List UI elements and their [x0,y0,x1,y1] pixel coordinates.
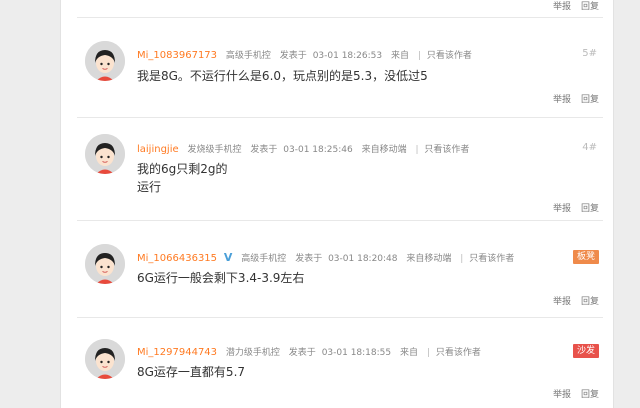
floor-number: 4# [582,142,597,153]
post-source: 来自 [391,51,410,61]
post-source: 来自移动端 [406,254,452,264]
avatar[interactable] [85,41,125,81]
avatar-icon [85,339,125,379]
post-content: 8G运存一直都有5.7 [137,363,245,381]
verified-icon: V [223,251,233,264]
comment-thread: 举报 回复 Mi_1083967173 高级手机控 发表于 03-01 18:26… [60,0,614,408]
separator: | [460,254,464,264]
avatar-icon [85,134,125,174]
post-content-line: 运行 [137,180,162,194]
post-actions: 举报 回复 [543,294,599,307]
report-link[interactable]: 举报 [553,390,571,400]
only-author-link[interactable]: 只看该作者 [427,51,472,61]
post-content-line: 8G运存一直都有5.7 [137,365,246,379]
post-time: 03-01 18:18:55 [321,348,392,358]
post-item: Mi_1083967173 高级手机控 发表于 03-01 18:26:53 来… [61,17,613,117]
post-actions: 举报 回复 [543,201,599,214]
reply-link[interactable]: 回复 [581,2,599,12]
avatar-icon [85,244,125,284]
report-link[interactable]: 举报 [553,297,571,307]
post-actions: 举报 回复 [543,387,599,400]
posted-label: 发表于 [288,348,316,358]
username-link[interactable]: Mi_1297944743 [137,347,217,358]
floor-number: 5# [582,48,597,59]
post-source: 来自移动端 [361,145,407,155]
posted-label: 发表于 [295,254,323,264]
separator: | [415,145,419,155]
user-level: 发烧级手机控 [187,145,242,155]
post-meta: Mi_1083967173 高级手机控 发表于 03-01 18:26:53 来… [137,48,478,62]
reply-link[interactable]: 回复 [581,95,599,105]
post-content: 我是8G。不运行什么是6.0，玩点别的是5.3，没低过5 [137,67,428,85]
separator: | [417,51,421,61]
floor-badge: 沙发 [572,344,599,358]
avatar[interactable] [85,339,125,379]
post-content-line: 我是8G。不运行什么是6.0，玩点别的是5.3，没低过5 [137,69,428,83]
posted-label: 发表于 [250,145,278,155]
only-author-link[interactable]: 只看该作者 [469,254,514,264]
floor-badge: 板凳 [572,250,599,264]
post-actions: 举报 回复 [543,92,599,105]
only-author-link[interactable]: 只看该作者 [436,348,481,358]
post-meta: laijingjie 发烧级手机控 发表于 03-01 18:25:46 来自移… [137,142,475,156]
reply-link[interactable]: 回复 [581,390,599,400]
post-content: 6G运行一般会剩下3.4-3.9左右 [137,269,304,287]
avatar[interactable] [85,134,125,174]
post-time: 03-01 18:26:53 [312,51,383,61]
posted-label: 发表于 [279,51,307,61]
post-meta: Mi_1297944743 潜力级手机控 发表于 03-01 18:18:55 … [137,345,487,359]
username-link[interactable]: Mi_1066436315 [137,253,217,264]
post-time: 03-01 18:25:46 [283,145,353,155]
user-level: 高级手机控 [241,254,287,264]
reply-link[interactable]: 回复 [581,204,599,214]
avatar[interactable] [85,244,125,284]
report-link[interactable]: 举报 [553,204,571,214]
post-content-line: 6G运行一般会剩下3.4-3.9左右 [137,271,305,285]
report-link[interactable]: 举报 [553,95,571,105]
avatar-icon [85,41,125,81]
username-link[interactable]: Mi_1083967173 [137,50,217,61]
post-time: 03-01 18:20:48 [328,254,398,264]
post-item: Mi_1066436315 V 高级手机控 发表于 03-01 18:20:48… [61,220,613,317]
post-meta: Mi_1066436315 V 高级手机控 发表于 03-01 18:20:48… [137,251,520,265]
post-item: Mi_1297944743 潜力级手机控 发表于 03-01 18:18:55 … [61,317,613,408]
user-level: 高级手机控 [225,51,271,61]
separator: | [426,348,430,358]
post-item: laijingjie 发烧级手机控 发表于 03-01 18:25:46 来自移… [61,117,613,220]
post-source: 来自 [400,348,419,358]
reply-link[interactable]: 回复 [581,297,599,307]
only-author-link[interactable]: 只看该作者 [424,145,469,155]
username-link[interactable]: laijingjie [137,144,179,155]
user-level: 潜力级手机控 [225,348,280,358]
post-content: 我的6g只剩2g的 运行 [137,160,228,196]
report-link[interactable]: 举报 [553,2,571,12]
prev-post-actions: 举报 回复 [543,0,599,12]
post-content-line: 我的6g只剩2g的 [137,162,228,176]
